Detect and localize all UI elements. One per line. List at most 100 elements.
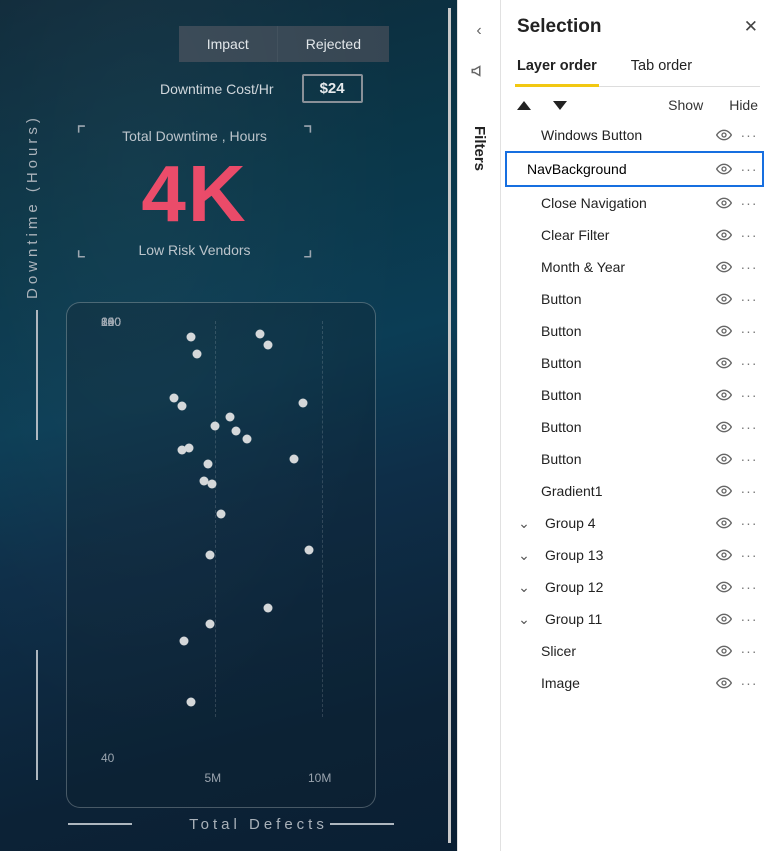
visibility-toggle-icon[interactable] [716,127,734,143]
rejected-tab-button[interactable]: Rejected [278,26,389,62]
visibility-toggle-icon[interactable] [716,547,734,563]
chevron-down-icon[interactable]: ⌄ [515,579,533,596]
filters-pane-label[interactable]: Filters [471,126,488,171]
scatter-point[interactable] [210,421,219,430]
visibility-toggle-icon[interactable] [716,643,734,659]
scatter-point[interactable] [169,393,178,402]
visibility-toggle-icon[interactable] [716,483,734,499]
layer-row[interactable]: Clear Filter··· [515,219,760,251]
scatter-point[interactable] [305,545,314,554]
chevron-down-icon[interactable]: ⌄ [515,547,533,564]
more-options-icon[interactable]: ··· [740,161,758,177]
announce-icon[interactable] [470,62,488,80]
layer-row[interactable]: Image··· [515,667,760,699]
more-options-icon[interactable]: ··· [740,227,758,243]
layer-label: Gradient1 [539,483,710,499]
more-options-icon[interactable]: ··· [740,291,758,307]
scatter-point[interactable] [290,454,299,463]
y-tick: 40 [101,751,114,765]
scatter-point[interactable] [264,603,273,612]
scatter-point[interactable] [193,349,202,358]
scatter-point[interactable] [216,509,225,518]
layer-row[interactable]: Button··· [515,411,760,443]
impact-tab-button[interactable]: Impact [179,26,278,62]
layer-row[interactable]: Slicer··· [515,635,760,667]
visibility-toggle-icon[interactable] [716,515,734,531]
visibility-toggle-icon[interactable] [716,161,734,177]
more-options-icon[interactable]: ··· [740,483,758,499]
layer-row[interactable]: ⌄ Group 4 ··· [515,507,760,539]
more-options-icon[interactable]: ··· [740,355,758,371]
visibility-toggle-icon[interactable] [716,451,734,467]
more-options-icon[interactable]: ··· [740,127,758,143]
scatter-point[interactable] [184,443,193,452]
visibility-toggle-icon[interactable] [716,387,734,403]
chevron-down-icon[interactable]: ⌄ [515,611,533,628]
visibility-toggle-icon[interactable] [716,611,734,627]
visibility-toggle-icon[interactable] [716,291,734,307]
layer-row[interactable]: Close Navigation··· [515,187,760,219]
scatter-chart-card[interactable]: 200 180 160 140 120 100 80 60 40 5M 10M [66,302,376,808]
scatter-point[interactable] [186,697,195,706]
layer-row[interactable]: ⌄Group 11··· [515,603,760,635]
tab-layer-order[interactable]: Layer order [515,48,599,87]
scatter-point[interactable] [204,460,213,469]
more-options-icon[interactable]: ··· [740,323,758,339]
expand-chevron-icon[interactable]: ‹ [476,22,481,40]
scatter-point[interactable] [255,330,264,339]
layer-row[interactable]: Month & Year··· [515,251,760,283]
visibility-toggle-icon[interactable] [716,227,734,243]
layer-rename-input[interactable] [525,157,710,181]
scatter-point[interactable] [242,435,251,444]
visibility-toggle-icon[interactable] [716,675,734,691]
more-options-icon[interactable]: ··· [740,547,758,563]
scatter-point[interactable] [225,413,234,422]
visibility-toggle-icon[interactable] [716,355,734,371]
more-options-icon[interactable]: ··· [740,195,758,211]
layer-row[interactable]: ··· [505,151,764,187]
layer-row[interactable]: Button ··· [515,283,760,315]
layer-row[interactable]: Gradient1 ··· [515,475,760,507]
more-options-icon[interactable]: ··· [740,451,758,467]
tab-tab-order[interactable]: Tab order [629,48,694,86]
layer-row[interactable]: Button··· [515,379,760,411]
scatter-point[interactable] [298,399,307,408]
layer-row[interactable]: Windows Button··· [515,119,760,151]
more-options-icon[interactable]: ··· [740,579,758,595]
layer-label: Button [539,291,710,307]
downtime-cost-value-box[interactable]: $24 [302,74,363,103]
visibility-toggle-icon[interactable] [716,323,734,339]
more-options-icon[interactable]: ··· [740,515,758,531]
scatter-point[interactable] [206,551,215,560]
move-down-button[interactable] [553,101,567,110]
more-options-icon[interactable]: ··· [740,419,758,435]
layer-label: Group 4 [539,515,710,531]
move-up-button[interactable] [517,101,531,110]
layer-row[interactable]: ⌄Group 12··· [515,571,760,603]
scatter-point[interactable] [232,427,241,436]
layer-row[interactable]: Button··· [515,315,760,347]
visibility-toggle-icon[interactable] [716,195,734,211]
scatter-point[interactable] [206,620,215,629]
downtime-cost-row: Downtime Cost/Hr $24 [160,74,363,103]
more-options-icon[interactable]: ··· [740,675,758,691]
scatter-point[interactable] [180,636,189,645]
show-all-button[interactable]: Show [668,97,703,113]
close-icon[interactable]: ✕ [744,17,758,37]
hide-all-button[interactable]: Hide [729,97,758,113]
chevron-down-icon[interactable]: ⌄ [515,515,533,532]
scatter-point[interactable] [264,341,273,350]
visibility-toggle-icon[interactable] [716,419,734,435]
visibility-toggle-icon[interactable] [716,259,734,275]
more-options-icon[interactable]: ··· [740,387,758,403]
layer-row[interactable]: ⌄Group 13··· [515,539,760,571]
more-options-icon[interactable]: ··· [740,643,758,659]
scatter-point[interactable] [186,333,195,342]
layer-row[interactable]: Button··· [515,347,760,379]
scatter-point[interactable] [208,479,217,488]
visibility-toggle-icon[interactable] [716,579,734,595]
more-options-icon[interactable]: ··· [740,259,758,275]
more-options-icon[interactable]: ··· [740,611,758,627]
scatter-point[interactable] [178,402,187,411]
layer-row[interactable]: Button··· [515,443,760,475]
